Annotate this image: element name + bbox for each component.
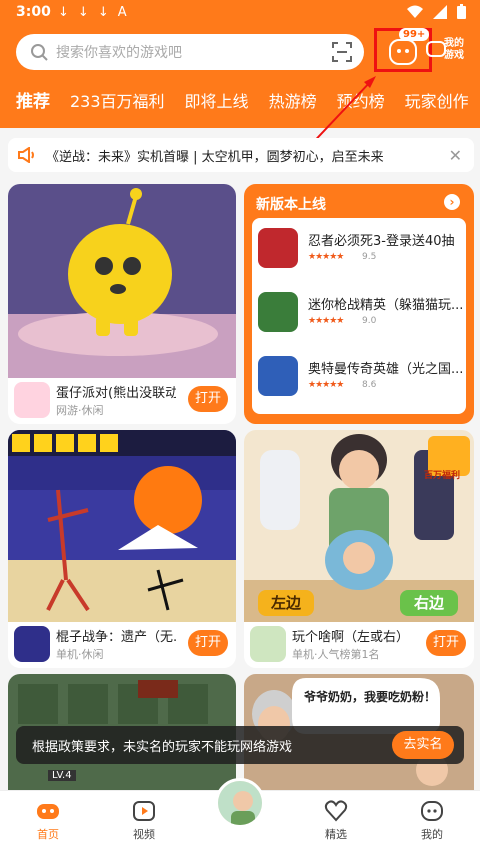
nav-label: 首页 (37, 828, 59, 841)
system-icons (407, 4, 466, 19)
game-card[interactable]: 蛋仔派对(熊出没联动) 网游·休闲 打开 (8, 184, 236, 424)
download-icon: ↓ (97, 5, 109, 20)
game-icon (250, 626, 286, 662)
game-card[interactable]: 左边 右边 百万福利 玩个啥啊（左或右） 单机·人气榜第1名 打开 (244, 430, 474, 668)
game-name: 蛋仔派对(熊出没联动) (56, 386, 176, 401)
welfare-badge: 百万福利 (424, 471, 461, 481)
signal-icon (433, 4, 447, 19)
download-icon: ↓ (77, 5, 89, 20)
announcement-bar[interactable]: 《逆战：未来》实机首曝 | 太空机甲，圆梦初心，启至未来 ✕ (8, 138, 474, 172)
status-bar: 3:00 ↓ ↓ ↓ A (0, 0, 480, 26)
download-icon: ↓ (58, 5, 69, 20)
rating-stars: ★★★★★ (308, 252, 344, 262)
open-button[interactable]: 打开 (188, 386, 228, 412)
speech-bubble: 爷爷奶奶，我要吃奶粉！ (303, 690, 436, 704)
game-info: 棍子战争：遗产（无... 单机·休闲 打开 (8, 622, 236, 668)
game-info: 蛋仔派对(熊出没联动) 网游·休闲 打开 (8, 378, 236, 424)
search-bar[interactable]: 搜索你喜欢的游戏吧 (16, 34, 364, 70)
right-choice-label: 右边 (414, 594, 445, 612)
tab-coming-soon[interactable]: 即将上线 (175, 90, 259, 120)
announcement-text: 《逆战：未来》实机首曝 | 太空机甲，圆梦初心，启至未来 (46, 149, 384, 165)
face-icon (421, 801, 443, 821)
tab-player-creation[interactable]: 玩家创作 (395, 90, 479, 120)
realname-toast: 根据政策要求，未实名的玩家不能玩网络游戏 去实名 (16, 726, 464, 764)
wifi-icon (407, 5, 423, 18)
search-icon (31, 44, 48, 61)
battery-icon (457, 4, 466, 19)
game-tags: 单机·人气榜第1名 (292, 648, 380, 661)
chevron-right-icon[interactable]: › (444, 194, 460, 210)
my-games-button[interactable]: 我的游戏 (426, 36, 476, 66)
gamepad-icon (426, 41, 446, 57)
message-face-icon (389, 39, 417, 65)
nav-label: 视频 (133, 828, 155, 841)
open-button[interactable]: 打开 (426, 630, 466, 656)
game-icon (14, 626, 50, 662)
game-name: 玩个啥啊（左或右） (292, 630, 410, 645)
header: 3:00 ↓ ↓ ↓ A 搜索你喜欢的游戏吧 99+ 我的游戏 推荐 233百万… (0, 0, 480, 128)
rating-score: 8.6 (362, 380, 377, 390)
rating-stars: ★★★★★ (308, 380, 344, 390)
search-placeholder: 搜索你喜欢的游戏吧 (56, 45, 182, 61)
open-button[interactable]: 打开 (188, 630, 228, 656)
game-icon (258, 228, 298, 268)
tab-reserve-chart[interactable]: 预约榜 (327, 90, 395, 120)
list-item[interactable]: 迷你枪战精英（躲猫猫玩... ★★★★★ 9.0 (258, 288, 464, 340)
game-name: 忍者必须死3-登录送40抽 (308, 234, 455, 249)
message-badge: 99+ (399, 28, 430, 41)
rating-score: 9.0 (362, 316, 377, 326)
close-icon[interactable]: ✕ (449, 146, 462, 165)
speaker-icon (18, 147, 34, 163)
game-banner-image (8, 430, 236, 622)
status-time: 3:00 (16, 4, 51, 20)
nav-label: 我的 (421, 828, 443, 841)
new-release-panel[interactable]: 新版本上线 › 忍者必须死3-登录送40抽 ★★★★★ 9.5 迷你枪战精英（躲… (244, 184, 474, 424)
game-icon (258, 356, 298, 396)
notification-icons: ↓ ↓ ↓ A (58, 5, 127, 20)
gamepad-icon (37, 804, 59, 819)
game-icon (14, 382, 50, 418)
game-banner-image (8, 184, 236, 378)
center-avatar-button[interactable] (215, 778, 265, 828)
category-tabs: 推荐 233百万福利 即将上线 热游榜 预约榜 玩家创作 社 (0, 90, 480, 120)
game-card[interactable]: 棍子战争：遗产（无... 单机·休闲 打开 (8, 430, 236, 668)
game-name: 迷你枪战精英（躲猫猫玩... (308, 298, 464, 313)
nav-label: 精选 (325, 828, 347, 841)
app-notification-icon: A (117, 5, 127, 20)
game-name: 棍子战争：遗产（无... (56, 630, 176, 645)
rating-score: 9.5 (362, 252, 377, 262)
game-name: 奥特曼传奇英雄（光之国... (308, 362, 464, 377)
message-button[interactable]: 99+ (374, 28, 432, 72)
tab-233-welfare[interactable]: 233百万福利 (60, 90, 175, 120)
game-tags: 单机·休闲 (56, 648, 104, 661)
nav-video[interactable]: 视频 (114, 799, 174, 842)
game-tags: 网游·休闲 (56, 404, 104, 417)
new-release-list: 忍者必须死3-登录送40抽 ★★★★★ 9.5 迷你枪战精英（躲猫猫玩... ★… (252, 218, 466, 414)
left-choice-label: 左边 (271, 594, 302, 612)
realname-button[interactable]: 去实名 (392, 731, 454, 759)
list-item[interactable]: 奥特曼传奇英雄（光之国... ★★★★★ 8.6 (258, 352, 464, 404)
nav-mine[interactable]: 我的 (402, 799, 462, 842)
tab-hot-chart[interactable]: 热游榜 (259, 90, 327, 120)
game-info: 玩个啥啊（左或右） 单机·人气榜第1名 打开 (244, 622, 474, 668)
rating-stars: ★★★★★ (308, 316, 344, 326)
nav-featured[interactable]: 精选 (306, 799, 366, 842)
nav-home[interactable]: 首页 (18, 799, 78, 842)
list-item[interactable]: 忍者必须死3-登录送40抽 ★★★★★ 9.5 (258, 224, 464, 276)
new-release-title: 新版本上线 (256, 197, 326, 213)
toast-text: 根据政策要求，未实名的玩家不能玩网络游戏 (32, 740, 293, 755)
my-games-label: 我的游戏 (444, 38, 464, 61)
level-label: LV.4 (48, 770, 76, 781)
heart-icon (324, 800, 348, 822)
video-icon (133, 801, 155, 821)
game-icon (258, 292, 298, 332)
scan-icon[interactable] (332, 42, 352, 62)
tab-recommend[interactable]: 推荐 (0, 90, 60, 120)
